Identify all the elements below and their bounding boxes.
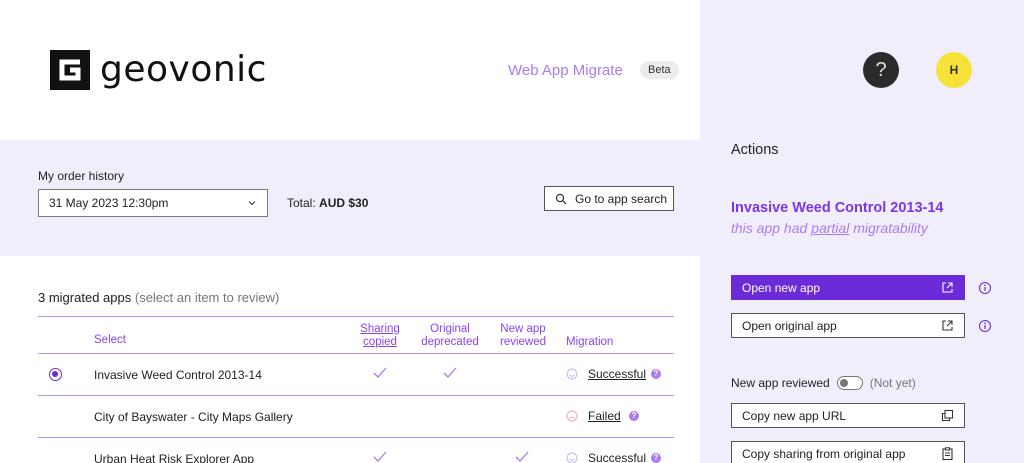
- order-history-section: My order history 31 May 2023 12:30pm Tot…: [0, 140, 700, 256]
- check-icon: [515, 451, 529, 462]
- copy-icon: [941, 409, 954, 422]
- col-select: Select: [94, 334, 126, 346]
- table-header: Select Sharing copied Original deprecated …: [38, 316, 674, 354]
- clipboard-icon: [942, 447, 953, 460]
- table-row[interactable]: City of Bayswater - City Maps Gallery Fa…: [38, 396, 674, 438]
- sad-face-icon: [566, 410, 578, 422]
- info-icon[interactable]: [978, 319, 992, 333]
- migrated-apps-table: Select Sharing copied Original deprecated …: [38, 316, 674, 463]
- app-title: Web App Migrate: [508, 62, 623, 79]
- search-icon: [555, 193, 567, 204]
- check-icon: [373, 451, 387, 462]
- search-button-label: Go to app search: [575, 191, 668, 206]
- go-to-app-search-button[interactable]: Go to app search: [544, 186, 674, 211]
- check-icon: [373, 367, 387, 378]
- col-original-deprecated: Original deprecated: [421, 323, 479, 348]
- col-migration: Migration: [566, 336, 614, 348]
- geovonic-logo[interactable]: geovonic: [50, 50, 267, 90]
- help-icon[interactable]: ?: [629, 411, 639, 421]
- copy-url-label: Copy new app URL: [742, 408, 847, 423]
- col-sharing-copied[interactable]: Sharing copied: [360, 323, 400, 349]
- brand-name: geovonic: [100, 49, 267, 90]
- migratability-note: this app had partial migratability: [731, 220, 928, 236]
- migration-status-link[interactable]: Failed: [588, 409, 621, 423]
- smile-face-icon: [566, 368, 578, 380]
- migrated-apps-title: 3 migrated apps (select an item to revie…: [38, 290, 279, 305]
- copy-new-app-url-button[interactable]: Copy new app URL: [731, 403, 965, 428]
- reviewed-toggle[interactable]: [836, 376, 863, 390]
- check-icon: [443, 367, 457, 378]
- row-select-radio[interactable]: [49, 368, 62, 381]
- help-icon[interactable]: ?: [651, 453, 661, 463]
- reviewed-label: New app reviewed: [731, 376, 830, 390]
- help-button[interactable]: ?: [863, 52, 899, 88]
- new-app-reviewed-row: New app reviewed (Not yet): [731, 376, 916, 390]
- main-area: geovonic Web App Migrate Beta My order h…: [0, 0, 700, 463]
- migrated-hint: (select an item to review): [134, 290, 280, 305]
- app-name-cell: Urban Heat Risk Explorer App: [94, 452, 255, 463]
- app-name-cell: City of Bayswater - City Maps Gallery: [94, 410, 293, 424]
- actions-panel: ? H Actions Invasive Weed Control 2013-1…: [700, 0, 1024, 463]
- migrated-count: 3 migrated apps: [38, 290, 132, 305]
- partial-link[interactable]: partial: [811, 220, 849, 236]
- order-selected-value: 31 May 2023 12:30pm: [49, 196, 169, 210]
- copy-sharing-label: Copy sharing from original app: [742, 446, 906, 461]
- actions-title: Actions: [731, 142, 779, 158]
- user-avatar[interactable]: H: [936, 52, 972, 88]
- migration-status-link[interactable]: Successful: [588, 451, 646, 463]
- open-new-app-label: Open new app: [742, 280, 821, 295]
- smile-face-icon: [566, 452, 578, 463]
- reviewed-state: (Not yet): [869, 376, 916, 390]
- total-label: Total:: [287, 196, 316, 210]
- migration-status-link[interactable]: Successful: [588, 367, 646, 381]
- logo-mark-icon: [50, 50, 90, 90]
- table-row[interactable]: Urban Heat Risk Explorer App Successful …: [38, 438, 674, 463]
- order-history-label: My order history: [38, 169, 125, 183]
- app-name-cell: Invasive Weed Control 2013-14: [94, 368, 262, 382]
- chevron-down-icon: [248, 201, 256, 206]
- total-value: AUD $30: [319, 196, 369, 210]
- col-new-app-reviewed: New app reviewed: [499, 323, 547, 348]
- open-original-app-label: Open original app: [742, 318, 837, 333]
- order-total: Total: AUD $30: [287, 196, 368, 210]
- order-history-select[interactable]: 31 May 2023 12:30pm: [38, 189, 268, 217]
- beta-badge: Beta: [640, 61, 679, 79]
- table-row[interactable]: Invasive Weed Control 2013-14 Successful…: [38, 354, 674, 396]
- open-original-app-button[interactable]: Open original app: [731, 313, 965, 338]
- copy-sharing-button[interactable]: Copy sharing from original app: [731, 441, 965, 463]
- external-link-icon: [942, 320, 953, 331]
- selected-app-name: Invasive Weed Control 2013-14: [731, 200, 944, 216]
- help-icon[interactable]: ?: [651, 369, 661, 379]
- external-link-icon: [942, 282, 953, 293]
- info-icon[interactable]: [978, 281, 992, 295]
- open-new-app-button[interactable]: Open new app: [731, 275, 965, 300]
